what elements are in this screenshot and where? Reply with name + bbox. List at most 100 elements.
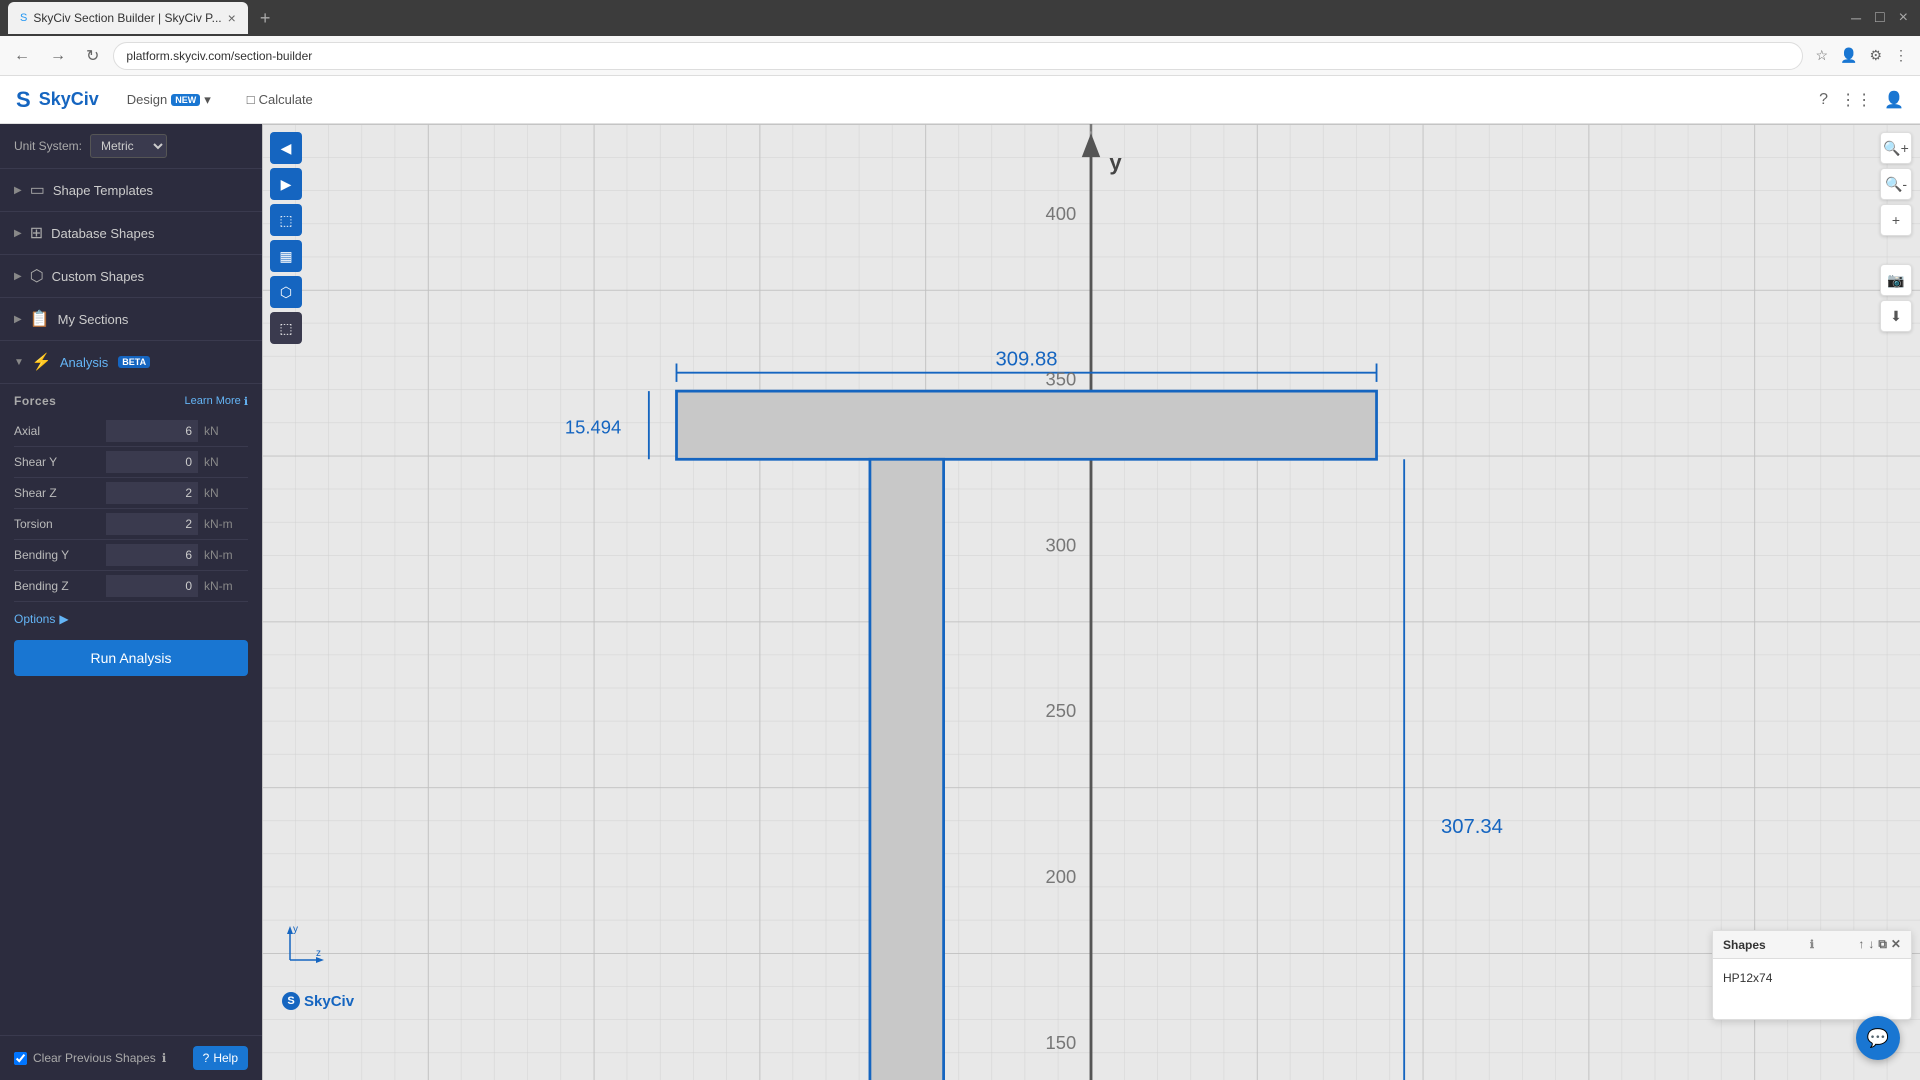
bending-y-label: Bending Y: [14, 544, 106, 566]
svg-text:y: y: [293, 924, 298, 935]
forces-title: Forces: [14, 394, 56, 408]
back-btn[interactable]: ←: [8, 43, 36, 69]
design-label: Design: [127, 92, 167, 107]
svg-text:350: 350: [1046, 369, 1077, 390]
move-down-icon[interactable]: ↓: [1868, 937, 1874, 952]
calculate-btn[interactable]: □ Calculate: [239, 88, 321, 111]
move-up-icon[interactable]: ↑: [1858, 937, 1864, 952]
clear-previous-checkbox[interactable]: [14, 1052, 27, 1065]
force-row-shear-y: Shear Y kN: [14, 447, 248, 478]
chevron-right-icon: ▶: [14, 185, 22, 196]
polygon-tool-btn[interactable]: ⬡: [270, 276, 302, 308]
bending-z-unit: kN-m: [198, 579, 248, 593]
design-chevron-icon: ▾: [204, 92, 211, 108]
delete-icon[interactable]: ✕: [1891, 937, 1901, 952]
axial-unit: kN: [198, 424, 248, 438]
select-tool-btn[interactable]: ⬚: [270, 204, 302, 236]
section-tool-btn[interactable]: ▦: [270, 240, 302, 272]
chevron-right-icon: ▶: [14, 271, 22, 282]
axes-indicator: y z: [280, 920, 330, 970]
camera-btn[interactable]: 📷: [1880, 264, 1912, 296]
menu-icon[interactable]: ⋮: [1890, 43, 1912, 68]
bookmark-icon[interactable]: ☆: [1811, 43, 1832, 68]
download-btn[interactable]: ⬇: [1880, 300, 1912, 332]
force-row-axial: Axial kN: [14, 416, 248, 447]
design-btn[interactable]: Design NEW ▾: [119, 88, 219, 112]
svg-text:307.34: 307.34: [1441, 816, 1503, 838]
clear-info-icon: ℹ: [162, 1051, 167, 1065]
options-row[interactable]: Options ▶: [14, 602, 248, 636]
clear-previous-text: Clear Previous Shapes: [33, 1051, 156, 1065]
forward-btn[interactable]: →: [44, 43, 72, 69]
window-controls: ─ □ ×: [1847, 7, 1912, 29]
svg-text:150: 150: [1046, 1032, 1077, 1053]
canvas-svg[interactable]: 309.88 15.494 307.34 15.494 309.88 15.49…: [262, 124, 1920, 1080]
shapes-panel-title: Shapes: [1723, 938, 1766, 952]
bending-z-input[interactable]: [106, 575, 198, 597]
calculate-icon: □: [247, 92, 255, 107]
active-tab[interactable]: S SkyCiv Section Builder | SkyCiv P... ×: [8, 2, 248, 34]
shear-y-input[interactable]: [106, 451, 198, 473]
unit-select[interactable]: Metric Imperial: [90, 134, 167, 158]
svg-text:z: z: [316, 948, 321, 959]
pan-right-btn[interactable]: ▶: [270, 168, 302, 200]
info-icon: ℹ: [244, 395, 248, 408]
account-icon[interactable]: 👤: [1884, 90, 1904, 110]
shapes-panel-actions: ↑ ↓ ⧉ ✕: [1858, 937, 1901, 952]
maximize-btn[interactable]: □: [1871, 7, 1889, 29]
shapes-panel-body: HP12x74: [1713, 959, 1911, 1019]
help-btn[interactable]: ? Help: [193, 1046, 248, 1070]
sidebar-item-shape-templates[interactable]: ▶ ▭ Shape Templates: [0, 169, 262, 212]
learn-more-text: Learn More: [185, 395, 241, 407]
skyciv-watermark-text: SkyCiv: [304, 993, 354, 1010]
apps-icon[interactable]: ⋮⋮: [1840, 90, 1872, 110]
learn-more-link[interactable]: Learn More ℹ: [185, 395, 248, 408]
my-sections-icon: 📋: [30, 309, 50, 329]
tab-close-btn[interactable]: ×: [228, 10, 236, 26]
shear-z-input[interactable]: [106, 482, 198, 504]
bending-y-input[interactable]: [106, 544, 198, 566]
profile-icon[interactable]: 👤: [1836, 43, 1861, 68]
pan-left-btn[interactable]: ◀: [270, 132, 302, 164]
zoom-out-btn[interactable]: 🔍-: [1880, 168, 1912, 200]
shapes-panel: Shapes ℹ ↑ ↓ ⧉ ✕ HP12x74: [1712, 930, 1912, 1020]
sidebar-item-my-sections[interactable]: ▶ 📋 My Sections: [0, 298, 262, 341]
chevron-right-icon: ▶: [14, 314, 22, 325]
logo-icon: S: [16, 87, 31, 113]
new-tab-btn[interactable]: +: [256, 4, 275, 33]
extension-icon[interactable]: ⚙: [1865, 43, 1886, 68]
shapes-info-icon: ℹ: [1810, 938, 1814, 951]
force-row-torsion: Torsion kN-m: [14, 509, 248, 540]
help-icon[interactable]: ?: [1819, 91, 1828, 109]
close-btn[interactable]: ×: [1895, 7, 1912, 29]
help-text: Help: [213, 1051, 238, 1065]
sidebar-item-custom-shapes[interactable]: ▶ ⬡ Custom Shapes: [0, 255, 262, 298]
reload-btn[interactable]: ↻: [80, 42, 105, 70]
copy-icon[interactable]: ⧉: [1878, 937, 1887, 952]
shape-item[interactable]: HP12x74: [1723, 967, 1901, 989]
address-input[interactable]: [113, 42, 1803, 70]
svg-text:309.88: 309.88: [996, 348, 1058, 370]
torsion-input[interactable]: [106, 513, 198, 535]
database-shapes-label: Database Shapes: [51, 226, 154, 241]
tab-title: SkyCiv Section Builder | SkyCiv P...: [33, 11, 221, 25]
run-analysis-btn[interactable]: Run Analysis: [14, 640, 248, 676]
sidebar-item-analysis[interactable]: ▼ ⚡ Analysis BETA: [0, 341, 262, 384]
clear-previous-label[interactable]: Clear Previous Shapes ℹ: [14, 1051, 166, 1065]
shear-y-unit: kN: [198, 455, 248, 469]
logo-text: SkyCiv: [39, 89, 99, 110]
axial-input[interactable]: [106, 420, 198, 442]
zoom-in-btn[interactable]: 🔍+: [1880, 132, 1912, 164]
edit-tool-btn[interactable]: ⬚: [270, 312, 302, 344]
chat-btn[interactable]: 💬: [1856, 1016, 1900, 1060]
shear-z-unit: kN: [198, 486, 248, 500]
svg-text:300: 300: [1046, 534, 1077, 555]
beta-badge: BETA: [118, 356, 150, 368]
shape-templates-icon: ▭: [30, 180, 45, 200]
header-right: ? ⋮⋮ 👤: [1819, 90, 1904, 110]
minimize-btn[interactable]: ─: [1847, 8, 1865, 28]
fit-btn[interactable]: +: [1880, 204, 1912, 236]
custom-shapes-label: Custom Shapes: [52, 269, 145, 284]
tab-favicon: S: [20, 12, 27, 24]
sidebar-item-database-shapes[interactable]: ▶ ⊞ Database Shapes: [0, 212, 262, 255]
